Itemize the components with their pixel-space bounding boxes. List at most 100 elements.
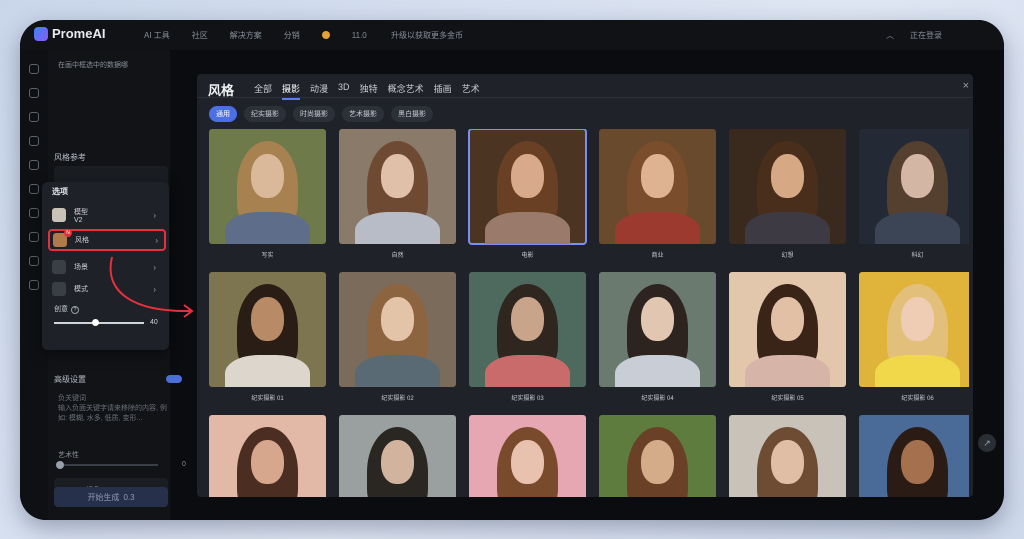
scene-icon — [52, 260, 66, 274]
style-card[interactable] — [599, 415, 716, 497]
style-card[interactable]: 幻想 — [729, 129, 846, 259]
portrait-body — [745, 211, 830, 244]
creativity-slider-knob[interactable] — [91, 319, 99, 326]
style-card[interactable]: 纪实摄影 04 — [599, 272, 716, 402]
style-card[interactable]: 自然 — [339, 129, 456, 259]
style-thumbnail — [599, 129, 716, 244]
new-badge: N — [64, 229, 72, 237]
style-card[interactable] — [729, 415, 846, 497]
style-thumbnail — [729, 415, 846, 497]
negative-prompt[interactable]: 负关键词 输入负面关键字请来移除的内容, 例如: 模糊, 水多, 低质, 变形.… — [58, 394, 170, 424]
user-status[interactable]: 正在登录 — [910, 30, 942, 41]
portrait-body — [355, 211, 440, 244]
layers-icon[interactable] — [29, 112, 39, 122]
user-icon[interactable] — [29, 256, 39, 266]
portrait-face — [641, 154, 674, 198]
portrait-face — [511, 154, 544, 198]
style-card-label: 纪实摄影 06 — [901, 396, 934, 402]
style-card-label: 纪实摄影 05 — [771, 396, 804, 402]
share-icon[interactable]: ↗ — [978, 434, 996, 452]
style-thumbnail — [339, 415, 456, 497]
edit-icon[interactable] — [29, 160, 39, 170]
style-card[interactable] — [469, 415, 586, 497]
options-title: 选项 — [52, 187, 68, 196]
home-icon[interactable] — [29, 64, 39, 74]
artistry-slider-track[interactable] — [58, 464, 158, 466]
close-icon[interactable]: × — [963, 80, 969, 92]
style-card-label: 纪实摄影 02 — [381, 396, 414, 402]
chevron-right-icon: › — [153, 210, 156, 220]
creativity-value: 40 — [150, 319, 158, 326]
style-card[interactable]: 纪实摄影 02 — [339, 272, 456, 402]
portrait-face — [511, 440, 544, 484]
portrait-face — [771, 154, 804, 198]
portrait-face — [641, 297, 674, 341]
nav-ai-tools[interactable]: AI 工具 — [144, 30, 170, 41]
style-card[interactable]: 电影 — [468, 129, 587, 259]
portrait-face — [511, 297, 544, 341]
app-window: PromeAI AI 工具 社区 解决方案 分销 11.0 升级以获取更多金币 … — [20, 20, 1004, 520]
style-card[interactable]: 科幻 — [859, 129, 969, 259]
chevron-right-icon: › — [153, 262, 156, 272]
portrait-body — [875, 211, 960, 244]
style-card[interactable]: 商业 — [599, 129, 716, 259]
style-card[interactable] — [209, 415, 326, 497]
logo[interactable]: PromeAI — [34, 26, 105, 41]
chip-2[interactable]: 时尚摄影 — [293, 106, 335, 122]
chip-4[interactable]: 黑白摄影 — [391, 106, 433, 122]
prompt-hint[interactable]: 在画中框选中的数据哪 — [58, 60, 128, 70]
option-model-sub: V2 — [74, 216, 83, 224]
artistry-label: 艺术性 — [58, 452, 79, 459]
nav-solutions[interactable]: 解决方案 — [230, 30, 262, 41]
nav-community[interactable]: 社区 — [192, 30, 208, 41]
chip-0[interactable]: 通用 — [209, 106, 237, 122]
nav-distribution[interactable]: 分销 — [284, 30, 300, 41]
folder-icon[interactable] — [29, 280, 39, 290]
help-icon[interactable]: ? — [71, 306, 79, 314]
generate-button[interactable]: 开始生成 0.3 — [54, 487, 168, 507]
style-thumbnail — [599, 272, 716, 387]
settings-icon[interactable] — [29, 208, 39, 218]
artistry-slider-knob[interactable] — [56, 461, 64, 469]
creativity-slider-track[interactable] — [54, 322, 144, 324]
portrait-body — [485, 354, 570, 387]
style-card[interactable]: 纪实摄影 06 — [859, 272, 969, 402]
style-thumbnail — [859, 415, 969, 497]
portrait-face — [251, 297, 284, 341]
style-card[interactable]: 纪实摄影 01 — [209, 272, 326, 402]
style-thumbnail — [599, 415, 716, 497]
chevron-right-icon: › — [153, 284, 156, 294]
generate-label: 开始生成 — [87, 492, 120, 502]
style-card[interactable]: 纪实摄影 03 — [469, 272, 586, 402]
portrait-body — [615, 354, 700, 387]
style-thumbnail — [859, 272, 969, 387]
style-card-label: 商业 — [651, 253, 664, 259]
history-icon[interactable] — [29, 88, 39, 98]
options-popup: 选项 模型 V2 › N 风格 › 场景 › 模式 › 创意? 40 — [42, 182, 169, 350]
style-card[interactable] — [859, 415, 969, 497]
portrait-body — [225, 354, 310, 387]
promo-count: 11.0 — [351, 31, 367, 40]
option-mode[interactable]: 模式 › — [52, 278, 162, 300]
main-nav: AI 工具 社区 解决方案 分销 11.0 升级以获取更多金币 — [144, 30, 507, 41]
portrait-body — [225, 211, 310, 244]
negative-hint: 输入负面关键字请来移除的内容, 例如: 模糊, 水多, 低质, 变形... — [58, 405, 167, 422]
advanced-toggle[interactable] — [166, 375, 182, 383]
style-grid: 写实 自然 电影 商业 幻想 科幻纪实摄影 01 纪实摄影 02 纪实摄影 03 纪实摄影 04… — [209, 129, 969, 497]
style-card[interactable] — [339, 415, 456, 497]
style-card[interactable]: 纪实摄影 05 — [729, 272, 846, 402]
chart-icon[interactable] — [29, 184, 39, 194]
chip-1[interactable]: 纪实摄影 — [244, 106, 286, 122]
chip-3[interactable]: 艺术摄影 — [342, 106, 384, 122]
option-style[interactable]: N 风格 › — [48, 229, 166, 251]
option-scene[interactable]: 场景 › — [52, 256, 162, 278]
option-model[interactable]: 模型 V2 › — [52, 204, 162, 226]
promo-text: 升级以获取更多金币 — [391, 31, 463, 40]
portrait-face — [641, 440, 674, 484]
portrait-body — [745, 354, 830, 387]
gallery-icon[interactable] — [29, 136, 39, 146]
promo-banner[interactable]: 11.0 升级以获取更多金币 — [321, 30, 485, 41]
bell-icon[interactable] — [29, 232, 39, 242]
chevron-up-icon[interactable]: ︿ — [886, 30, 894, 41]
style-card[interactable]: 写实 — [209, 129, 326, 259]
